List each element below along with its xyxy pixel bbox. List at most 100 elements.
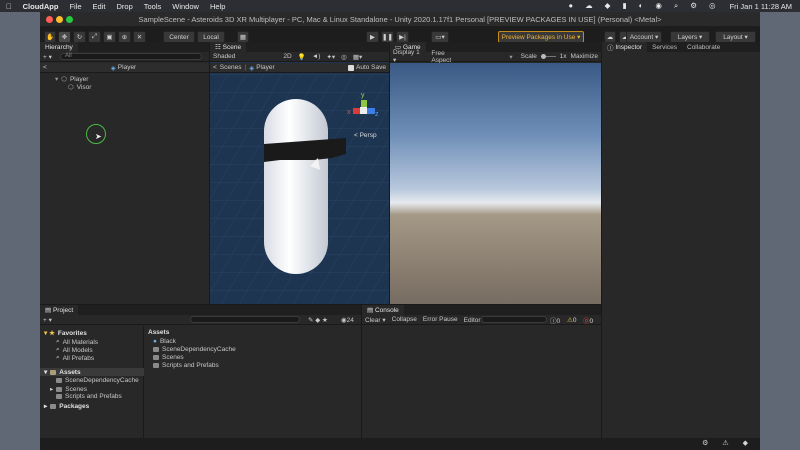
tab-inspector[interactable]: ⓘ Inspector <box>602 42 648 52</box>
desktop-left <box>0 12 40 450</box>
collaborate-tab-label: Collaborate <box>687 43 721 51</box>
tab-project[interactable]: ▤ Project <box>40 305 79 315</box>
asset-scene-cache[interactable]: SceneDependencyCache <box>153 346 236 353</box>
gizmos-icon[interactable]: ▦▾ <box>353 53 362 61</box>
autosave-toggle[interactable]: Auto Save <box>348 64 386 71</box>
hierarchy-panel: Hierarchy + ▾ All < ◈ Player ▾ ⬡ Player … <box>40 42 209 304</box>
add-asset-icon[interactable]: + ▾ <box>43 316 52 324</box>
maximize-toggle[interactable]: Maximize <box>571 53 598 60</box>
tab-scene[interactable]: ☷ Scene <box>210 42 247 52</box>
hierarchy-item-player[interactable]: ▾ ⬡ Player <box>55 75 88 84</box>
menu-help[interactable]: Help <box>210 2 225 11</box>
gizmo-z-cone <box>367 108 375 114</box>
asset-label: Black <box>159 338 176 345</box>
project-search-input[interactable] <box>190 316 300 323</box>
audio-icon[interactable]: ◄) <box>312 53 321 60</box>
zoom-window-icon[interactable] <box>66 16 73 23</box>
menu-edit[interactable]: Edit <box>93 2 106 11</box>
persp-label[interactable]: < Persp <box>354 132 377 139</box>
app-menu[interactable]: CloudApp <box>23 2 59 11</box>
tree-scripts[interactable]: Scripts and Prefabs <box>56 393 122 400</box>
tab-hierarchy[interactable]: Hierarchy <box>40 42 78 52</box>
macos-menubar:  CloudApp File Edit Drop Tools Window H… <box>0 0 800 12</box>
asset-black[interactable]: ● Black <box>153 338 176 345</box>
hidden-count: ◉24 <box>341 316 354 324</box>
shading-mode-dropdown[interactable]: Shaded <box>213 53 235 60</box>
back-icon[interactable]: < <box>43 64 47 71</box>
asset-scenes[interactable]: Scenes <box>153 354 184 361</box>
status-icons[interactable]: ● ☁ ◆ ▮ ◐ ◉ ⌕ ⚙ ◎ <box>568 1 720 11</box>
scene-toolbar: Shaded 2D 💡 ◄) ✦▾ ◎ ▦▾ <box>210 52 389 62</box>
asset-scripts[interactable]: Scripts and Prefabs <box>153 362 219 369</box>
prefab-icon: ◈ <box>110 64 116 72</box>
aspect-dropdown[interactable]: Free Aspect <box>431 50 463 64</box>
game-toolbar: Display 1 ▾ Free Aspect ▾ Scale 1x Maxim… <box>390 49 601 64</box>
minimize-window-icon[interactable] <box>56 16 63 23</box>
scene-gizmo[interactable]: y x z <box>347 92 381 122</box>
tab-services[interactable]: Services <box>647 42 682 52</box>
breadcrumb-root[interactable]: Scenes <box>220 64 242 71</box>
expand-icon[interactable]: ▾ <box>55 75 58 83</box>
menu-tools[interactable]: Tools <box>144 2 162 11</box>
assets-label: Assets <box>59 368 81 376</box>
scale-slider[interactable] <box>540 54 556 59</box>
title-bar: SampleScene - Asteroids 3D XR Multiplaye… <box>40 12 760 26</box>
display-label: Display 1 <box>393 49 420 56</box>
checkbox-icon[interactable] <box>348 64 354 71</box>
scale-label: Scale <box>520 53 537 60</box>
assets-folder[interactable]: ▾ Assets <box>40 368 144 376</box>
clear-button[interactable]: Clear ▾ <box>365 316 386 324</box>
game-viewport[interactable] <box>390 63 601 304</box>
inspector-tabbar: ⓘ Inspector Services Collaborate <box>602 42 760 52</box>
close-window-icon[interactable] <box>46 16 53 23</box>
hierarchy-search-input[interactable]: All <box>60 53 202 60</box>
packages-folder[interactable]: ▸ Packages <box>44 402 90 411</box>
tree-scenes[interactable]: ▸ Scenes <box>50 385 87 394</box>
material-icon: ● <box>153 338 157 345</box>
prefab-icon: ◈ <box>249 64 255 72</box>
error-count[interactable]: ⓪0 <box>583 315 593 325</box>
log-count[interactable]: ⓘ0 <box>550 315 560 325</box>
favorites-folder[interactable]: ▾ ★ Favorites <box>44 329 87 338</box>
hierarchy-search-bar: + ▾ All <box>40 52 209 62</box>
hierarchy-item-visor[interactable]: ⬡ Visor <box>68 83 91 92</box>
inspector-tab-label: Inspector <box>615 43 643 51</box>
tree-scene-cache[interactable]: SceneDependencyCache <box>56 377 139 384</box>
folder-icon <box>50 369 57 375</box>
console-search-input[interactable] <box>481 316 547 323</box>
apple-menu-icon[interactable]:  <box>6 2 12 11</box>
status-icons[interactable]: ⚙ ⚠ ◆ <box>702 439 754 447</box>
hierarchy-tabbar: Hierarchy <box>40 42 209 52</box>
2d-toggle[interactable]: 2D <box>283 53 291 60</box>
lighting-icon[interactable]: 💡 <box>298 53 306 61</box>
collapse-toggle[interactable]: Collapse <box>392 316 417 323</box>
asset-label: SceneDependencyCache <box>162 346 236 353</box>
warning-count[interactable]: ⚠0 <box>567 316 576 324</box>
add-icon[interactable]: + ▾ <box>43 53 52 61</box>
folder-icon <box>56 386 63 392</box>
status-bar: ⚙ ⚠ ◆ <box>40 438 760 450</box>
window-title: SampleScene - Asteroids 3D XR Multiplaye… <box>138 14 662 24</box>
fav-all-models[interactable]: ⌕ All Models <box>56 346 93 354</box>
error-pause-toggle[interactable]: Error Pause <box>423 316 458 323</box>
search-icon: ⌕ <box>56 346 60 353</box>
menu-drop[interactable]: Drop <box>116 2 132 11</box>
hidden-icon[interactable]: ◎ <box>341 53 347 61</box>
effects-icon[interactable]: ✦▾ <box>326 53 335 61</box>
filter-icons[interactable]: ✎ ◆ ★ <box>308 316 328 324</box>
tab-console[interactable]: ▤ Console <box>362 305 404 315</box>
menu-window[interactable]: Window <box>172 2 199 11</box>
space-label: Local <box>203 33 219 41</box>
back-icon[interactable]: < <box>213 64 217 71</box>
packages-label: Packages <box>59 402 90 410</box>
fav-all-prefabs[interactable]: ⌕ All Prefabs <box>56 354 94 362</box>
services-tab-label: Services <box>652 43 677 51</box>
folder-icon <box>153 363 159 368</box>
display-dropdown[interactable]: Display 1 ▾ <box>393 49 422 64</box>
breadcrumb-leaf[interactable]: Player <box>256 64 274 71</box>
clock[interactable]: Fri Jan 1 11:28 AM <box>730 2 792 11</box>
hidden-count-value: 24 <box>346 316 354 324</box>
tab-collaborate[interactable]: Collaborate <box>682 42 725 52</box>
menu-file[interactable]: File <box>69 2 81 11</box>
fav-all-materials[interactable]: ⌕ All Materials <box>56 338 98 346</box>
